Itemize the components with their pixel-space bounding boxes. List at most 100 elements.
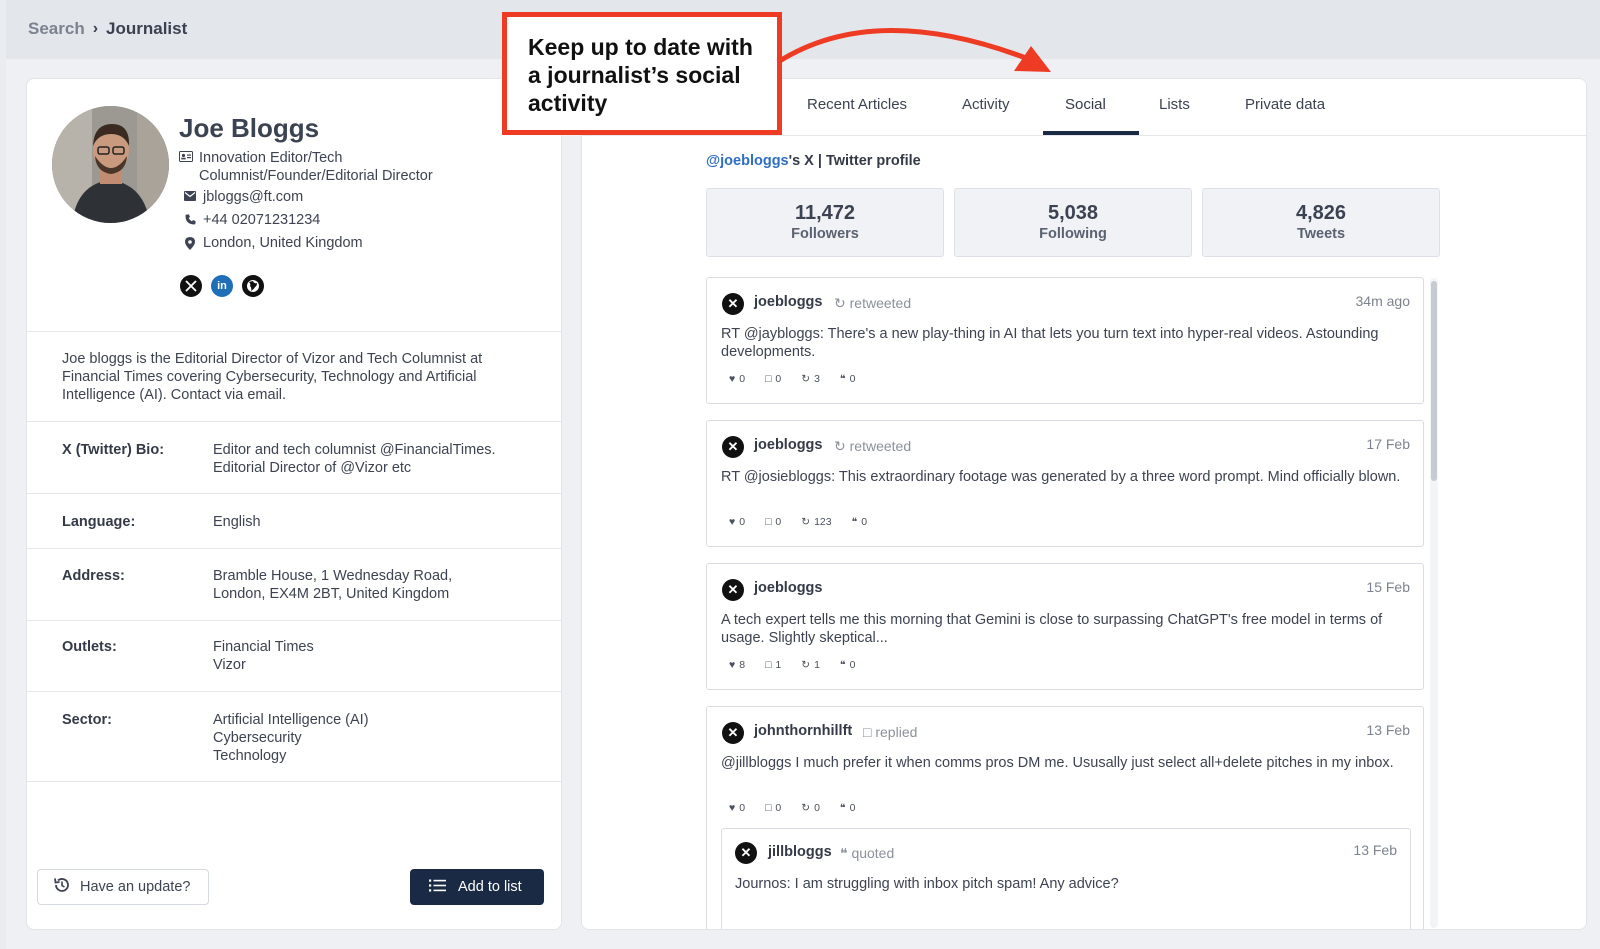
retweet-count: ↻ 3 [801,373,820,385]
divider [27,421,561,422]
quoted-tweet-time: 13 Feb [1353,842,1397,858]
x-logo-icon: ✕ [722,436,744,458]
tweet-metrics: ♥ 0 □ 0 ↻ 3 ❝ 0 [729,373,855,385]
tweet-text: @jillbloggs I much prefer it when comms … [721,755,1394,771]
breadcrumb-current: Journalist [106,19,188,38]
about-text: Joe bloggs is the Editorial Director of … [62,351,483,403]
x-logo-icon: ✕ [722,722,744,744]
tweet-card[interactable]: ✕ joebloggs ↻ retweeted 34m ago RT @jayb… [706,277,1424,404]
stat-label: Following [1039,226,1107,242]
retweet-icon: ↻ [834,295,850,311]
detail-label: Language: [62,514,136,530]
page: Search › Journalist Joe Bloggs Innovatio… [6,0,1600,949]
detail-label: Sector: [62,712,112,728]
quoted-tweet-text: Journos: I am struggling with inbox pitc… [735,876,1119,892]
divider [27,493,561,494]
retweet-icon: ↻ [834,438,850,454]
tweet-card[interactable]: ✕ joebloggs ↻ retweeted 17 Feb RT @josie… [706,420,1424,547]
quote-count: ❝ 0 [840,659,856,671]
quote-count: ❝ 0 [840,373,856,385]
reply-count: □ 0 [765,516,781,528]
quote-count: ❝ 0 [852,516,868,528]
like-count: ♥ 0 [729,373,745,385]
role-row: Innovation Editor/Tech Columnist/Founder… [179,149,479,185]
twitter-handle-link[interactable]: @joebloggs [706,153,789,169]
detail-value: English [213,514,261,530]
have-an-update-label: Have an update? [80,879,191,895]
tweet-card[interactable]: ✕ joebloggs 15 Feb A tech expert tells m… [706,563,1424,690]
heart-icon: ♥ [729,802,736,814]
linkedin-icon[interactable]: in [211,275,233,297]
tweet-action: ↻ retweeted [834,438,911,455]
detail-label: Address: [62,568,125,584]
scrollbar-thumb[interactable] [1431,281,1437,481]
breadcrumb-search-link[interactable]: Search [28,19,85,39]
tweet-card[interactable]: ✕ johnthornhillft □ replied 13 Feb @jill… [706,706,1424,929]
tweet-user[interactable]: joebloggs [754,437,822,453]
tweet-action-label: replied [875,724,918,740]
retweet-count-value: 1 [814,659,820,671]
retweet-count: ↻ 123 [801,516,831,528]
email-link[interactable]: jbloggs@ft.com [203,189,303,205]
detail-value: Editor and tech columnist @FinancialTime… [213,442,496,476]
quoted-tweet-user[interactable]: jillbloggs [768,844,832,860]
tab-social[interactable]: Social [1065,96,1106,113]
reply-count: □ 0 [765,373,781,385]
stat-tweets: 4,826 Tweets [1202,188,1440,257]
phone-icon [183,214,197,225]
divider [27,548,561,549]
stat-value: 5,038 [1047,202,1099,224]
stat-label: Tweets [1296,226,1346,242]
history-icon [53,876,71,898]
have-an-update-button[interactable]: Have an update? [37,869,209,905]
detail-value: Artificial Intelligence (AI) Cybersecuri… [213,712,369,764]
quote-count: ❝ 0 [840,802,856,814]
like-count: ♥ 0 [729,516,745,528]
tweet-text: RT @jaybloggs: There's a new play-thing … [721,326,1379,360]
stat-value: 4,826 [1295,202,1347,224]
comment-icon: □ [765,802,772,814]
detail-panel: Recent Articles Activity Social Lists Pr… [581,78,1587,930]
add-to-list-button[interactable]: Add to list [410,869,544,905]
like-count: ♥ 8 [729,659,745,671]
retweet-icon: ↻ [801,516,811,528]
detail-label: X (Twitter) Bio: [62,442,165,458]
retweet-icon: ↻ [801,373,811,385]
quote-icon: ❝ [839,802,846,814]
heart-icon: ♥ [729,516,736,528]
location-pin-icon [183,237,197,250]
retweet-count: ↻ 1 [801,659,820,671]
tweet-user[interactable]: johnthornhillft [754,723,852,739]
x-twitter-icon[interactable] [180,275,202,297]
tab-recent-articles[interactable]: Recent Articles [807,96,907,113]
comment-icon: □ [765,659,772,671]
reply-icon: □ [863,724,876,740]
like-count-value: 0 [739,373,746,385]
quote-icon: ❝ [839,373,846,385]
tab-private-data[interactable]: Private data [1245,96,1325,113]
breadcrumb: Search › Journalist [28,19,187,39]
journalist-name: Joe Bloggs [179,113,320,143]
id-card-icon [179,151,193,162]
retweet-count: ↻ 0 [801,802,820,814]
detail-label: Outlets: [62,639,117,655]
add-to-list-label: Add to list [458,879,522,895]
tweet-metrics: ♥ 8 □ 1 ↻ 1 ❝ 0 [729,659,855,671]
quote-count-value: 0 [849,802,856,814]
mail-icon [183,191,197,201]
tabs-divider [582,135,1586,136]
like-count-value: 8 [739,659,746,671]
annotation-callout: Keep up to date with a journalist’s soci… [502,12,782,135]
email-row: jbloggs@ft.com [183,189,303,205]
quoted-tweet[interactable]: ✕ jillbloggs ❝ quoted 13 Feb Journos: I … [721,828,1411,929]
location-text: London, United Kingdom [203,235,363,251]
profile-card: Joe Bloggs Innovation Editor/Tech Column… [26,78,562,930]
x-logo-icon: ✕ [735,842,757,864]
tweet-user[interactable]: joebloggs [754,294,822,310]
tweet-user[interactable]: joebloggs [754,580,822,596]
globe-icon[interactable] [242,275,264,297]
tab-lists[interactable]: Lists [1159,96,1190,113]
quote-count-value: 0 [861,516,868,528]
tab-activity[interactable]: Activity [962,96,1010,113]
divider [27,691,561,692]
